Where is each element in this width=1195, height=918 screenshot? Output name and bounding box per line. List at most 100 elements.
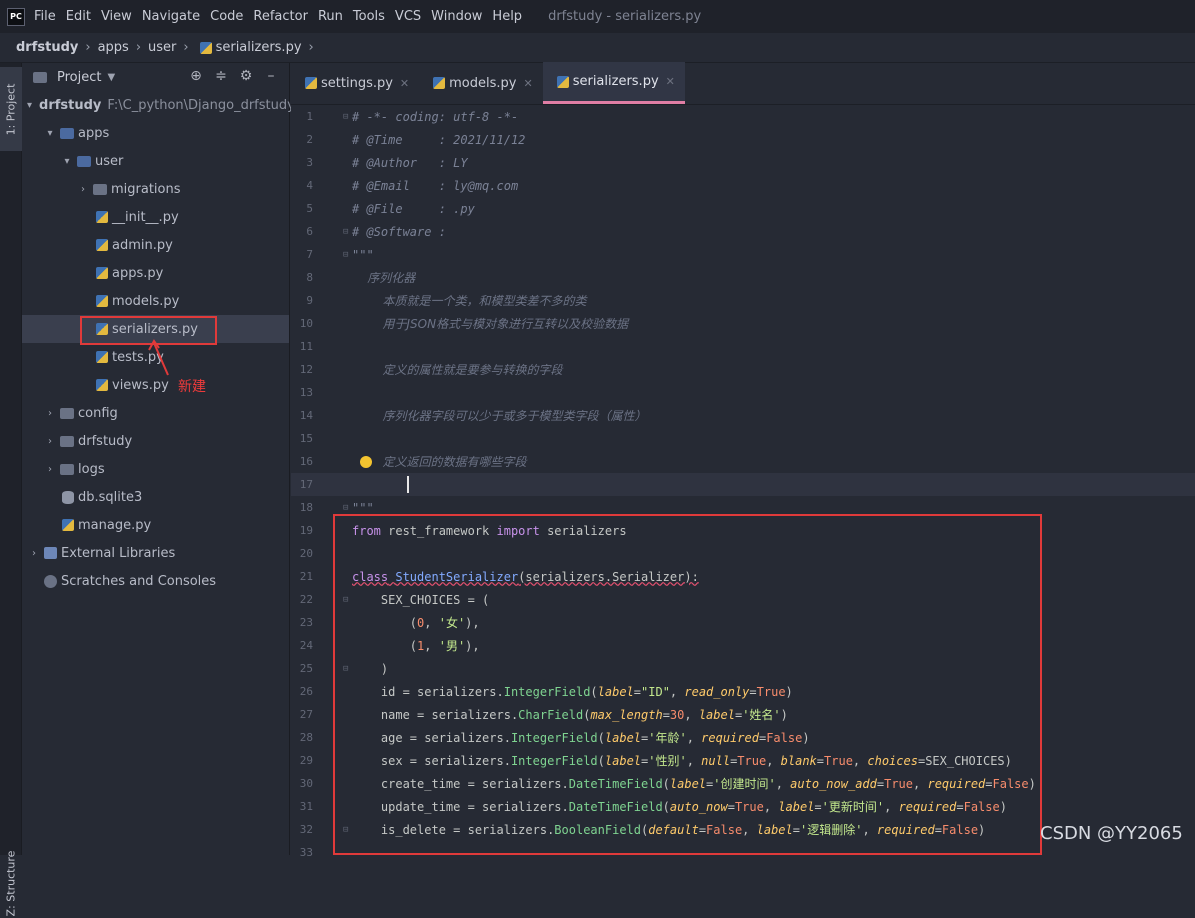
folder-icon	[60, 407, 74, 419]
tree-item-manage-py[interactable]: manage.py	[22, 511, 289, 539]
code-text: 本质就是一个类，和模型类差不多的类	[352, 294, 587, 308]
chevron-right-icon[interactable]: ›	[43, 408, 57, 419]
tree-item-drfstudy-root[interactable]: ▾ drfstudy F:\C_python\Django_drfstudy\	[22, 91, 299, 119]
chevron-down-icon[interactable]: ▾	[43, 128, 57, 139]
code-text: 序列化器	[352, 271, 416, 285]
tab-settings-py[interactable]: settings.py ✕	[291, 62, 419, 104]
tree-item-scratches[interactable]: Scratches and Consoles	[22, 567, 289, 595]
chevron-right-icon: ›	[308, 40, 314, 55]
tree-item-db-sqlite3[interactable]: db.sqlite3	[22, 483, 289, 511]
menu-run[interactable]: Run	[318, 9, 343, 24]
line-number: 9	[306, 294, 313, 307]
line-number: 23	[299, 616, 313, 629]
tree-item-label: apps.py	[112, 265, 164, 281]
menu-help[interactable]: Help	[492, 9, 522, 24]
python-file-icon	[96, 211, 108, 223]
tree-item-apps-py[interactable]: apps.py	[22, 259, 289, 287]
close-icon[interactable]: ✕	[523, 77, 532, 90]
breadcrumb-item-file[interactable]: serializers.py	[216, 40, 302, 55]
breadcrumb-item-user[interactable]: user	[148, 40, 176, 55]
line-number: 33	[299, 846, 313, 859]
code-line: 5 # @File : .py	[291, 197, 1195, 220]
tree-item-label: drfstudy	[39, 97, 102, 113]
scratches-icon	[44, 574, 57, 588]
menu-navigate[interactable]: Navigate	[142, 9, 200, 24]
chevron-down-icon[interactable]: ▾	[60, 156, 74, 167]
menu-tools[interactable]: Tools	[353, 9, 385, 24]
project-panel-title[interactable]: Project	[57, 70, 101, 85]
chevron-right-icon[interactable]: ›	[27, 548, 41, 559]
chevron-right-icon[interactable]: ›	[43, 464, 57, 475]
minimize-icon[interactable]: –	[263, 68, 279, 84]
chevron-down-icon[interactable]: ▼	[107, 72, 115, 83]
code-text: # -*- coding: utf-8 -*-	[352, 109, 519, 124]
line-number: 17	[299, 478, 313, 491]
line-number: 10	[299, 317, 313, 330]
code-line: 2 # @Time : 2021/11/12	[291, 128, 1195, 151]
line-number: 18	[299, 501, 313, 514]
breadcrumb: drfstudy › apps › user › serializers.py …	[0, 33, 1195, 63]
line-number: 2	[306, 133, 313, 146]
folder-icon	[60, 127, 74, 139]
chevron-right-icon[interactable]: ›	[43, 436, 57, 447]
line-number: 1	[306, 110, 313, 123]
structure-tool-tab[interactable]: Z: Structure	[0, 848, 22, 918]
tree-item-user[interactable]: ▾ user	[22, 147, 289, 175]
menu-vcs[interactable]: VCS	[395, 9, 421, 24]
tree-item-label: Scratches and Consoles	[61, 573, 217, 589]
code-text: # @Software :	[352, 224, 446, 239]
tree-item-label: External Libraries	[61, 545, 176, 561]
tab-serializers-py[interactable]: serializers.py ✕	[542, 62, 685, 104]
code-text: # @Author : LY	[352, 155, 468, 170]
breadcrumb-item-project[interactable]: drfstudy	[16, 40, 78, 55]
structure-tool-tab-label: Z: Structure	[4, 850, 18, 916]
tree-item-config[interactable]: › config	[22, 399, 289, 427]
project-tool-tab[interactable]: 1: Project	[0, 67, 22, 151]
menu-code[interactable]: Code	[210, 9, 243, 24]
tree-item-logs[interactable]: › logs	[22, 455, 289, 483]
tab-models-py[interactable]: models.py ✕	[419, 62, 543, 104]
tree-item-label: apps	[78, 125, 110, 141]
fold-marker-icon[interactable]: ⊟	[343, 250, 348, 260]
tree-item-drfstudy[interactable]: › drfstudy	[22, 427, 289, 455]
close-icon[interactable]: ✕	[400, 77, 409, 90]
code-line: 4 # @Email : ly@mq.com	[291, 174, 1195, 197]
folder-icon	[77, 155, 91, 167]
code-text: 用于JSON格式与模对象进行互转以及校验数据	[352, 317, 629, 331]
tree-item-init-py[interactable]: __init__.py	[22, 203, 289, 231]
menu-file[interactable]: File	[34, 9, 56, 24]
chevron-down-icon[interactable]: ▾	[27, 100, 32, 111]
locate-icon[interactable]: ⊕	[188, 68, 204, 84]
fold-marker-icon[interactable]: ⊟	[343, 112, 348, 122]
gear-icon[interactable]: ⚙	[238, 68, 254, 84]
python-file-icon	[96, 295, 108, 307]
fold-marker-icon[interactable]: ⊟	[343, 503, 348, 513]
code-text: 序列化器字段可以少于或多于模型类字段（属性）	[352, 409, 647, 423]
code-text: """	[352, 500, 374, 515]
tree-item-label: manage.py	[78, 517, 152, 533]
tree-item-migrations[interactable]: › migrations	[22, 175, 289, 203]
python-file-icon	[96, 379, 108, 391]
code-text: 定义的属性就是要参与转换的字段	[352, 363, 563, 377]
python-file-icon	[96, 267, 108, 279]
breadcrumb-item-apps[interactable]: apps	[98, 40, 129, 55]
tree-item-models-py[interactable]: models.py	[22, 287, 289, 315]
collapse-all-icon[interactable]: ≑	[213, 68, 229, 84]
line-number: 24	[299, 639, 313, 652]
menu-refactor[interactable]: Refactor	[253, 9, 308, 24]
project-tool-tab-label: 1: Project	[4, 83, 18, 135]
menu-bar: PC File Edit View Navigate Code Refactor…	[0, 0, 1195, 33]
tree-item-external-libraries[interactable]: › External Libraries	[22, 539, 289, 567]
chevron-right-icon[interactable]: ›	[76, 184, 90, 195]
project-panel-header: Project ▼ ⊕ ≑ ⚙ –	[22, 63, 289, 91]
line-number: 13	[299, 386, 313, 399]
menu-edit[interactable]: Edit	[66, 9, 91, 24]
line-number: 8	[306, 271, 313, 284]
menu-view[interactable]: View	[101, 9, 132, 24]
fold-marker-icon[interactable]: ⊟	[343, 227, 348, 237]
close-icon[interactable]: ✕	[666, 75, 675, 88]
line-number: 30	[299, 777, 313, 790]
menu-window[interactable]: Window	[431, 9, 482, 24]
tree-item-apps[interactable]: ▾ apps	[22, 119, 289, 147]
tree-item-admin-py[interactable]: admin.py	[22, 231, 289, 259]
